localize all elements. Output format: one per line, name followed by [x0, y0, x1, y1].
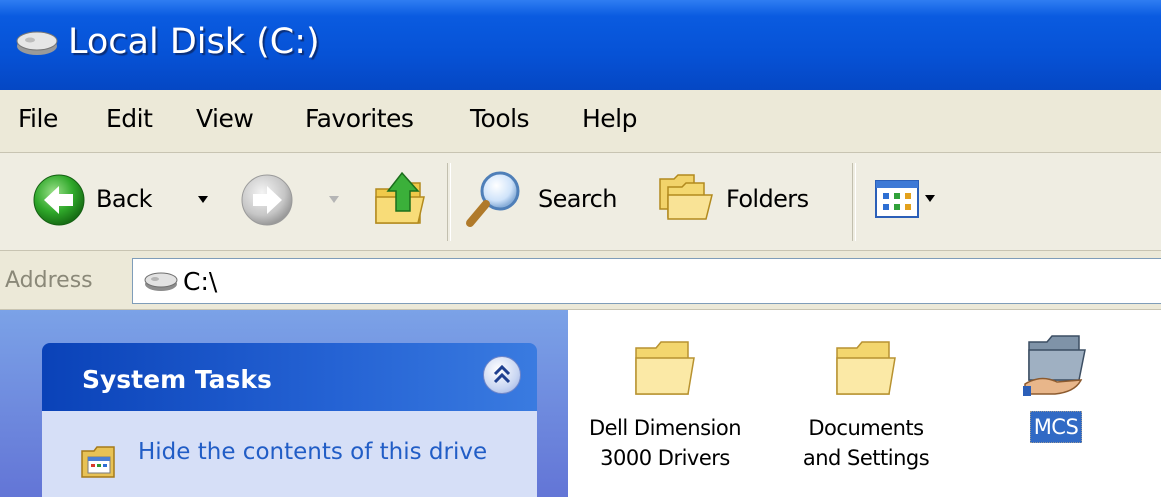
back-arrow-icon [33, 174, 85, 226]
folder-name-line2: 3000 Drivers [600, 446, 730, 470]
toolbar-separator [447, 163, 451, 241]
folder-item-dell-drivers[interactable]: Dell Dimension 3000 Drivers [572, 334, 758, 473]
chevron-down-icon[interactable] [924, 194, 936, 204]
folder-name-selected: MCS [1029, 411, 1083, 443]
chevron-down-icon[interactable] [197, 195, 209, 205]
up-folder-button[interactable] [372, 167, 432, 233]
address-bar: Address C:\ [0, 251, 1161, 310]
title-bar[interactable]: Local Disk (C:) [0, 0, 1161, 90]
toolbar-separator [852, 163, 856, 241]
folder-name-line2: and Settings [802, 446, 930, 470]
menu-help[interactable]: Help [582, 104, 638, 133]
folder-item-documents-settings[interactable]: Documents and Settings [776, 334, 956, 473]
forward-button[interactable] [240, 169, 345, 231]
menu-edit[interactable]: Edit [106, 104, 153, 133]
drive-icon [16, 31, 58, 55]
menu-view[interactable]: View [196, 104, 254, 133]
system-tasks-header[interactable]: System Tasks [42, 343, 537, 411]
hide-contents-icon [81, 446, 115, 478]
address-label: Address [5, 268, 93, 293]
views-button[interactable] [874, 177, 964, 223]
address-input[interactable]: C:\ [132, 258, 1161, 304]
back-button[interactable]: Back [32, 169, 217, 231]
views-grid-icon [875, 180, 919, 218]
folders-label: Folders [726, 185, 809, 213]
system-tasks-title: System Tasks [82, 365, 272, 394]
standard-toolbar: Back Search Folders [0, 153, 1161, 251]
file-list-view: Dell Dimension 3000 Drivers Documents an… [568, 310, 1161, 497]
window-title: Local Disk (C:) [68, 22, 320, 62]
system-tasks-body: Hide the contents of this drive [42, 411, 537, 497]
folder-icon [635, 341, 695, 395]
menu-file[interactable]: File [18, 104, 58, 133]
folder-icon [836, 341, 896, 395]
collapse-button[interactable] [483, 356, 521, 394]
address-value: C:\ [183, 267, 218, 296]
drive-icon [144, 272, 178, 291]
search-label: Search [538, 185, 617, 213]
forward-arrow-icon [241, 174, 293, 226]
search-icon [466, 171, 520, 227]
double-chevron-up-icon [493, 364, 511, 384]
hide-contents-link[interactable]: Hide the contents of this drive [138, 437, 488, 467]
folder-name-line1: Documents [808, 416, 924, 440]
folders-button[interactable]: Folders [654, 169, 830, 231]
menu-tools[interactable]: Tools [470, 104, 530, 133]
search-button[interactable]: Search [462, 167, 632, 233]
menu-bar: File Edit View Favorites Tools Help [0, 90, 1161, 153]
folder-item-mcs[interactable]: MCS [996, 330, 1116, 443]
shared-folder-icon [1023, 335, 1086, 396]
menu-favorites[interactable]: Favorites [305, 104, 414, 133]
chevron-down-icon[interactable] [328, 195, 340, 205]
up-folder-icon [375, 171, 425, 224]
folders-icon [659, 174, 713, 220]
folder-name-line1: Dell Dimension [588, 416, 742, 440]
back-label: Back [96, 185, 152, 213]
